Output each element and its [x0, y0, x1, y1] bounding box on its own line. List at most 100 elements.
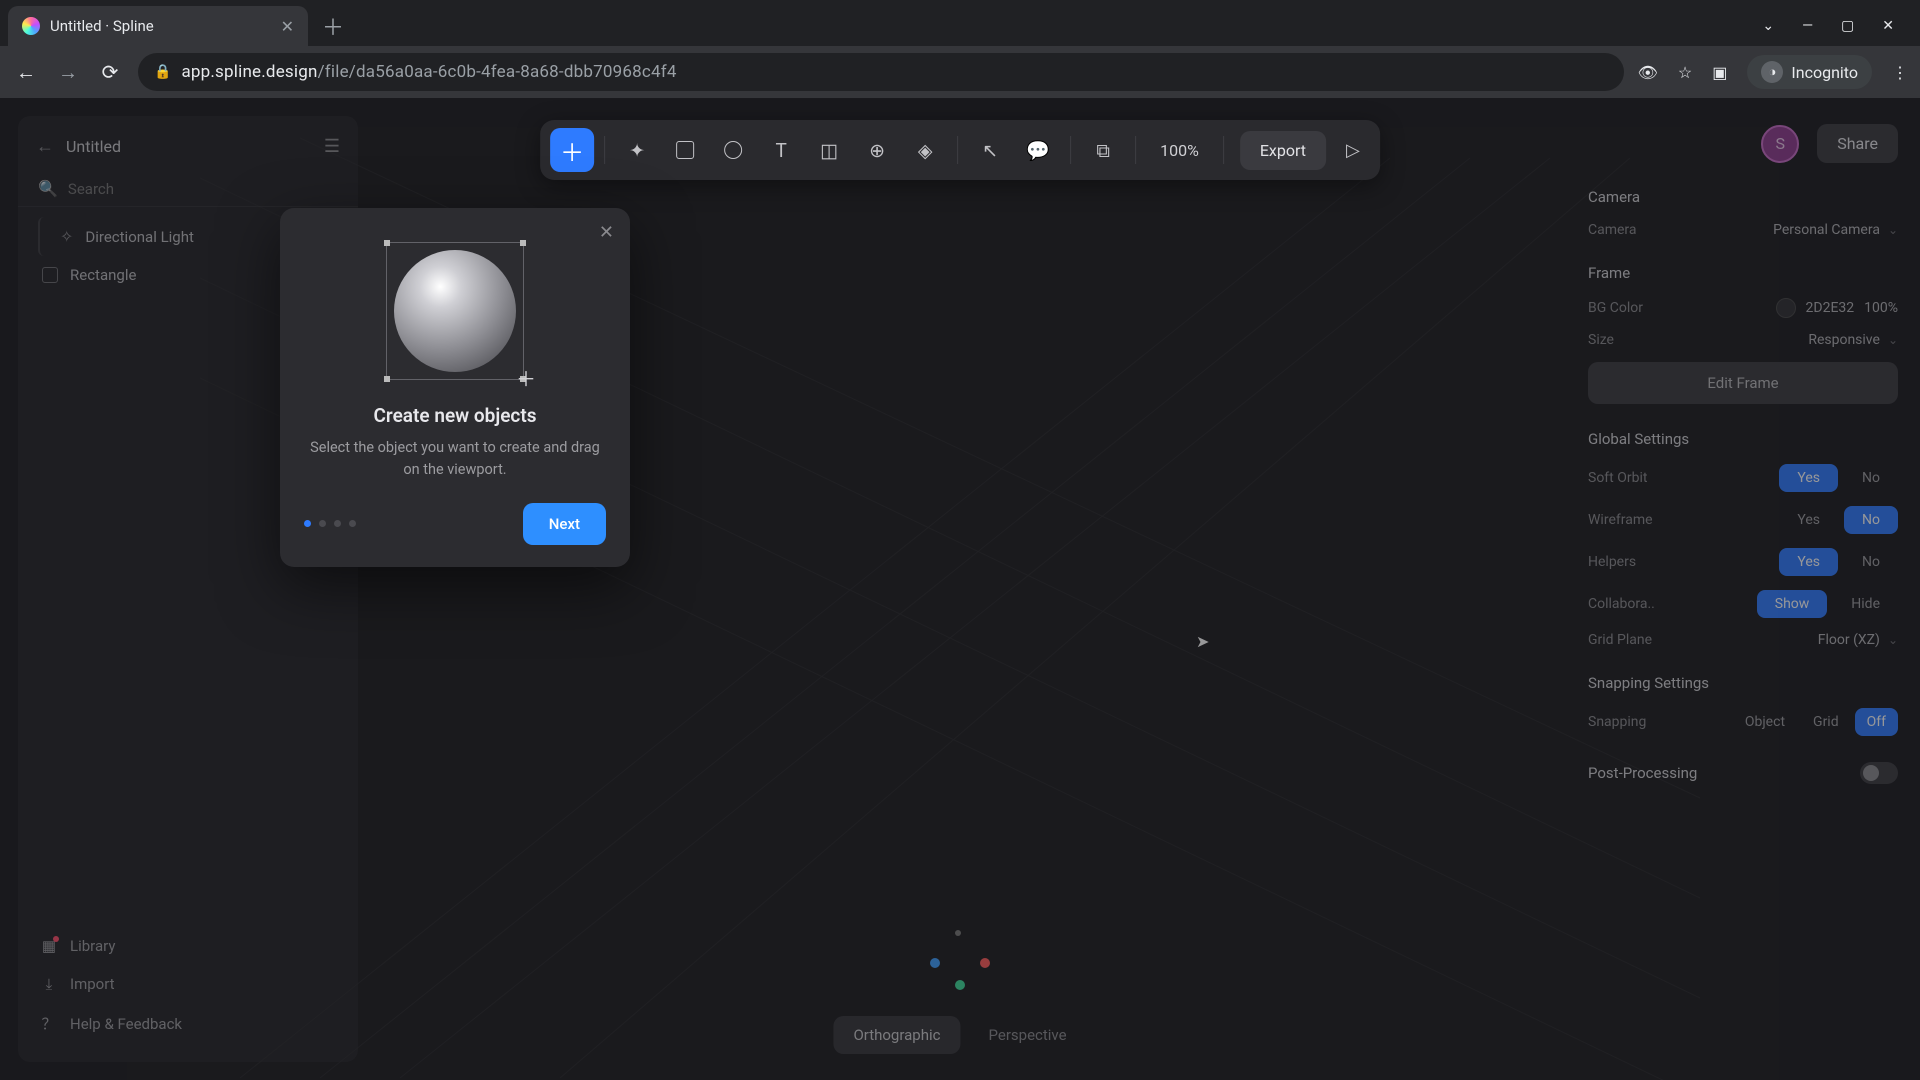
main-toolbar: ＋ ✦ T ◫ ⊕ ◈ ↖ 💬 ⧉ 100% Export ▷ — [540, 120, 1380, 180]
text-tool[interactable]: T — [759, 128, 803, 172]
search-icon: 🔍 — [38, 179, 58, 198]
option-yes[interactable]: Yes — [1779, 506, 1838, 534]
onboarding-title: Create new objects — [304, 404, 606, 427]
plus-cursor-icon: ＋ — [516, 363, 536, 392]
tab-title: Untitled · Spline — [50, 17, 271, 35]
option-object[interactable]: Object — [1733, 708, 1797, 736]
option-no[interactable]: No — [1844, 464, 1898, 492]
new-tab-button[interactable]: ＋ — [322, 10, 344, 42]
ellipse-tool[interactable] — [711, 128, 755, 172]
close-icon[interactable]: ✕ — [599, 222, 614, 243]
inspector-panel: Camera Camera Personal Camera ⌄ Frame BG… — [1588, 188, 1898, 1062]
camera-dropdown[interactable]: Personal Camera ⌄ — [1773, 222, 1898, 238]
play-button[interactable]: ▷ — [1336, 140, 1370, 161]
post-processing-switch[interactable] — [1860, 762, 1898, 784]
rectangle-tool[interactable] — [663, 128, 707, 172]
frame-tool[interactable]: ⧉ — [1081, 128, 1125, 172]
help-icon: ？ — [40, 1013, 58, 1034]
grid-plane-dropdown[interactable]: Floor (XZ) ⌄ — [1818, 632, 1898, 648]
option-show[interactable]: Show — [1757, 590, 1828, 618]
eye-off-icon[interactable]: 👁 — [1638, 63, 1658, 82]
incognito-badge[interactable]: ◑ Incognito — [1747, 55, 1872, 89]
option-off[interactable]: Off — [1855, 708, 1898, 736]
option-yes[interactable]: Yes — [1779, 464, 1838, 492]
tag-tool[interactable]: ◈ — [903, 128, 947, 172]
gizmo-axis-z — [930, 958, 940, 968]
back-button[interactable]: ← — [12, 60, 40, 85]
soft-orbit-row: Soft Orbit Yes No — [1588, 464, 1898, 492]
document-title[interactable]: Untitled — [66, 137, 121, 156]
pen-tool[interactable]: ✦ — [615, 128, 659, 172]
incognito-label: Incognito — [1791, 63, 1858, 82]
close-icon[interactable]: ✕ — [281, 17, 294, 36]
user-avatar[interactable]: S — [1761, 125, 1799, 163]
onboarding-footer: Next — [304, 503, 606, 545]
cursor-tool[interactable]: ↖ — [968, 128, 1012, 172]
post-processing-section: Post-Processing — [1588, 762, 1898, 784]
chevron-down-icon: ⌄ — [1888, 633, 1898, 647]
import-button[interactable]: ⤓ Import — [28, 965, 348, 1003]
forward-button[interactable]: → — [54, 60, 82, 85]
add-object-button[interactable]: ＋ — [550, 128, 594, 172]
camera-row: Camera Personal Camera ⌄ — [1588, 222, 1898, 238]
size-dropdown[interactable]: Responsive ⌄ — [1808, 332, 1898, 348]
option-grid[interactable]: Grid — [1801, 708, 1851, 736]
snapping-section: Snapping Settings Snapping Object Grid O… — [1588, 674, 1898, 736]
option-no[interactable]: No — [1844, 506, 1898, 534]
star-icon[interactable]: ☆ — [1678, 63, 1692, 82]
bgcolor-field[interactable]: 2D2E32 100% — [1776, 298, 1898, 318]
chevron-down-icon[interactable]: ⌄ — [1762, 18, 1774, 34]
minimize-icon[interactable]: ― — [1802, 18, 1813, 34]
kebab-icon[interactable]: ⋮ — [1892, 63, 1908, 82]
address-bar-actions: 👁 ☆ ▣ ◑ Incognito ⋮ — [1638, 55, 1908, 89]
separator — [1135, 136, 1136, 164]
tab-bar: Untitled · Spline ✕ ＋ ⌄ ― ▢ ✕ — [0, 0, 1920, 46]
panel-icon[interactable]: ▣ — [1712, 63, 1727, 82]
section-title: Global Settings — [1588, 430, 1898, 448]
url-text: app.spline.design/file/da56a0aa-6c0b-4fe… — [181, 62, 676, 82]
orientation-gizmo[interactable] — [926, 922, 994, 990]
url-field[interactable]: 🔒 app.spline.design/file/da56a0aa-6c0b-4… — [138, 53, 1624, 91]
browser-tab[interactable]: Untitled · Spline ✕ — [8, 6, 308, 46]
search-input[interactable] — [68, 180, 338, 198]
bgcolor-row: BG Color 2D2E32 100% — [1588, 298, 1898, 318]
grid-plane-row: Grid Plane Floor (XZ) ⌄ — [1588, 632, 1898, 648]
next-button[interactable]: Next — [523, 503, 606, 545]
orthographic-option[interactable]: Orthographic — [833, 1016, 960, 1054]
option-yes[interactable]: Yes — [1779, 548, 1838, 576]
layer-label: Rectangle — [70, 266, 136, 284]
share-button[interactable]: Share — [1817, 124, 1898, 163]
snapping-row: Snapping Object Grid Off — [1588, 708, 1898, 736]
edit-frame-button[interactable]: Edit Frame — [1588, 362, 1898, 404]
app-root: ➤ Orthographic Perspective ← Untitled ☰ … — [0, 98, 1920, 1080]
cube-tool[interactable]: ◫ — [807, 128, 851, 172]
sphere-preview — [394, 250, 516, 372]
projection-toggle: Orthographic Perspective — [833, 1016, 1086, 1054]
layer-search[interactable]: 🔍 — [18, 171, 358, 207]
gizmo-center — [955, 930, 961, 936]
separator — [1223, 136, 1224, 164]
perspective-option[interactable]: Perspective — [969, 1016, 1087, 1054]
left-header: ← Untitled ☰ — [18, 130, 358, 171]
export-button[interactable]: Export — [1240, 131, 1326, 170]
maximize-icon[interactable]: ▢ — [1841, 18, 1854, 34]
frame-section: Frame BG Color 2D2E32 100% Size Responsi… — [1588, 264, 1898, 404]
comment-tool[interactable]: 💬 — [1016, 128, 1060, 172]
back-arrow-icon[interactable]: ← — [36, 136, 54, 157]
close-window-icon[interactable]: ✕ — [1882, 18, 1894, 34]
library-button[interactable]: ▦ Library — [28, 927, 348, 965]
help-button[interactable]: ？ Help & Feedback — [28, 1003, 348, 1044]
option-hide[interactable]: Hide — [1833, 590, 1898, 618]
chevron-down-icon: ⌄ — [1888, 223, 1898, 237]
snapping-toggle: Object Grid Off — [1733, 708, 1898, 736]
reload-button[interactable]: ⟳ — [96, 60, 124, 84]
lock-icon: 🔒 — [154, 64, 171, 80]
color-swatch — [1776, 298, 1796, 318]
browser-chrome: Untitled · Spline ✕ ＋ ⌄ ― ▢ ✕ ← → ⟳ 🔒 ap… — [0, 0, 1920, 98]
hamburger-icon[interactable]: ☰ — [324, 136, 340, 157]
step-dot — [304, 520, 311, 527]
onboarding-body: Select the object you want to create and… — [304, 437, 606, 481]
sphere-tool[interactable]: ⊕ — [855, 128, 899, 172]
option-no[interactable]: No — [1844, 548, 1898, 576]
zoom-level[interactable]: 100% — [1146, 141, 1213, 160]
